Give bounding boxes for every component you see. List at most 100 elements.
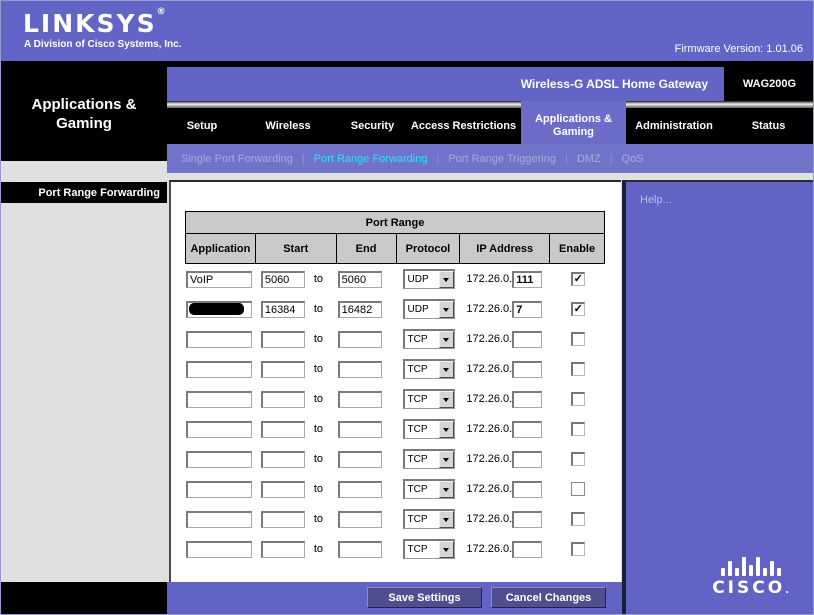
dropdown-button[interactable] [439,271,454,288]
table-row: to TCP 172.26.0. [185,444,605,474]
application-input[interactable] [186,361,252,378]
cancel-changes-button[interactable]: Cancel Changes [491,587,606,608]
start-port-input[interactable] [261,331,305,348]
application-input[interactable] [186,331,252,348]
ip-suffix-input[interactable] [512,361,542,378]
ip-suffix-input[interactable] [512,391,542,408]
dropdown-button[interactable] [439,301,454,318]
dropdown-button[interactable] [439,511,454,528]
dropdown-button[interactable] [439,451,454,468]
protocol-select[interactable]: TCP [403,329,455,349]
start-port-input[interactable] [261,481,305,498]
protocol-select[interactable]: TCP [403,389,455,409]
enable-checkbox[interactable] [571,392,585,406]
protocol-select[interactable]: TCP [403,509,455,529]
protocol-select[interactable]: TCP [403,539,455,559]
nav-tab[interactable]: Applications & Gaming [521,108,626,144]
end-port-input[interactable] [338,511,382,528]
enable-checkbox[interactable] [571,452,585,466]
end-port-input[interactable] [338,331,382,348]
ip-suffix-input[interactable] [512,421,542,438]
end-port-input[interactable] [338,271,382,288]
enable-checkbox[interactable] [571,512,585,526]
end-port-input[interactable] [338,361,382,378]
enable-checkbox[interactable] [571,542,585,556]
end-port-input[interactable] [338,481,382,498]
application-input[interactable] [186,421,252,438]
end-port-input[interactable] [338,301,382,318]
dropdown-button[interactable] [439,541,454,558]
firmware-version: Firmware Version: 1.01.06 [675,43,803,55]
subnav-link[interactable]: QoS [622,153,644,165]
to-label: to [314,543,323,555]
start-port-input[interactable] [261,421,305,438]
help-panel: Help... CISCO. [622,180,814,615]
port-range-table: Port Range ApplicationStartEndProtocolIP… [185,211,605,564]
subnav-link[interactable]: Single Port Forwarding [181,153,293,165]
start-port-input[interactable] [261,391,305,408]
chevron-down-icon [443,278,449,285]
help-link[interactable]: Help... [640,194,672,206]
nav-tab[interactable]: Setup [167,108,237,144]
section-title: Applications & Gaming [1,95,167,133]
enable-checkbox[interactable] [571,362,585,376]
enable-checkbox[interactable] [571,482,585,496]
protocol-select[interactable]: UDP [403,299,455,319]
application-input[interactable] [186,481,252,498]
registered-mark-icon: ® [157,7,166,17]
start-port-input[interactable] [261,361,305,378]
dropdown-button[interactable] [439,481,454,498]
page-label: Port Range Forwarding [38,187,167,199]
dropdown-button[interactable] [439,421,454,438]
table-row: to UDP 172.26.0. [185,294,605,324]
column-header: Application [185,233,256,264]
end-port-input[interactable] [338,391,382,408]
ip-suffix-input[interactable] [512,451,542,468]
start-port-input[interactable] [261,511,305,528]
enable-checkbox[interactable] [571,272,585,286]
application-input[interactable] [186,271,252,288]
enable-checkbox[interactable] [571,332,585,346]
start-port-input[interactable] [261,271,305,288]
ip-suffix-input[interactable] [512,271,542,288]
table-row: to TCP 172.26.0. [185,324,605,354]
enable-checkbox[interactable] [571,302,585,316]
enable-checkbox[interactable] [571,422,585,436]
application-input[interactable] [186,451,252,468]
dropdown-button[interactable] [439,331,454,348]
nav-tab[interactable]: Wireless [237,108,339,144]
chevron-down-icon [443,368,449,375]
subnav-link[interactable]: Port Range Triggering [448,153,556,165]
ip-suffix-input[interactable] [512,541,542,558]
application-input[interactable] [186,511,252,528]
dropdown-button[interactable] [439,391,454,408]
protocol-select[interactable]: TCP [403,419,455,439]
to-label: to [314,483,323,495]
nav-tab[interactable]: Status [722,108,814,144]
protocol-select[interactable]: TCP [403,449,455,469]
start-port-input[interactable] [261,451,305,468]
protocol-select[interactable]: TCP [403,479,455,499]
bottom-left-strip [1,582,167,615]
nav-tab[interactable]: Access Restrictions [406,108,521,144]
ip-suffix-input[interactable] [512,511,542,528]
start-port-input[interactable] [261,541,305,558]
nav-tab[interactable]: Administration [626,108,722,144]
save-settings-button[interactable]: Save Settings [367,587,482,608]
end-port-input[interactable] [338,451,382,468]
application-input[interactable] [186,541,252,558]
dropdown-button[interactable] [439,361,454,378]
ip-suffix-input[interactable] [512,301,542,318]
subnav-link[interactable]: DMZ [577,153,601,165]
to-label: to [314,423,323,435]
start-port-input[interactable] [261,301,305,318]
subnav-link[interactable]: Port Range Forwarding [314,153,428,165]
protocol-select[interactable]: UDP [403,269,455,289]
nav-tab[interactable]: Security [339,108,406,144]
application-input[interactable] [186,391,252,408]
end-port-input[interactable] [338,541,382,558]
ip-suffix-input[interactable] [512,331,542,348]
protocol-select[interactable]: TCP [403,359,455,379]
end-port-input[interactable] [338,421,382,438]
ip-suffix-input[interactable] [512,481,542,498]
